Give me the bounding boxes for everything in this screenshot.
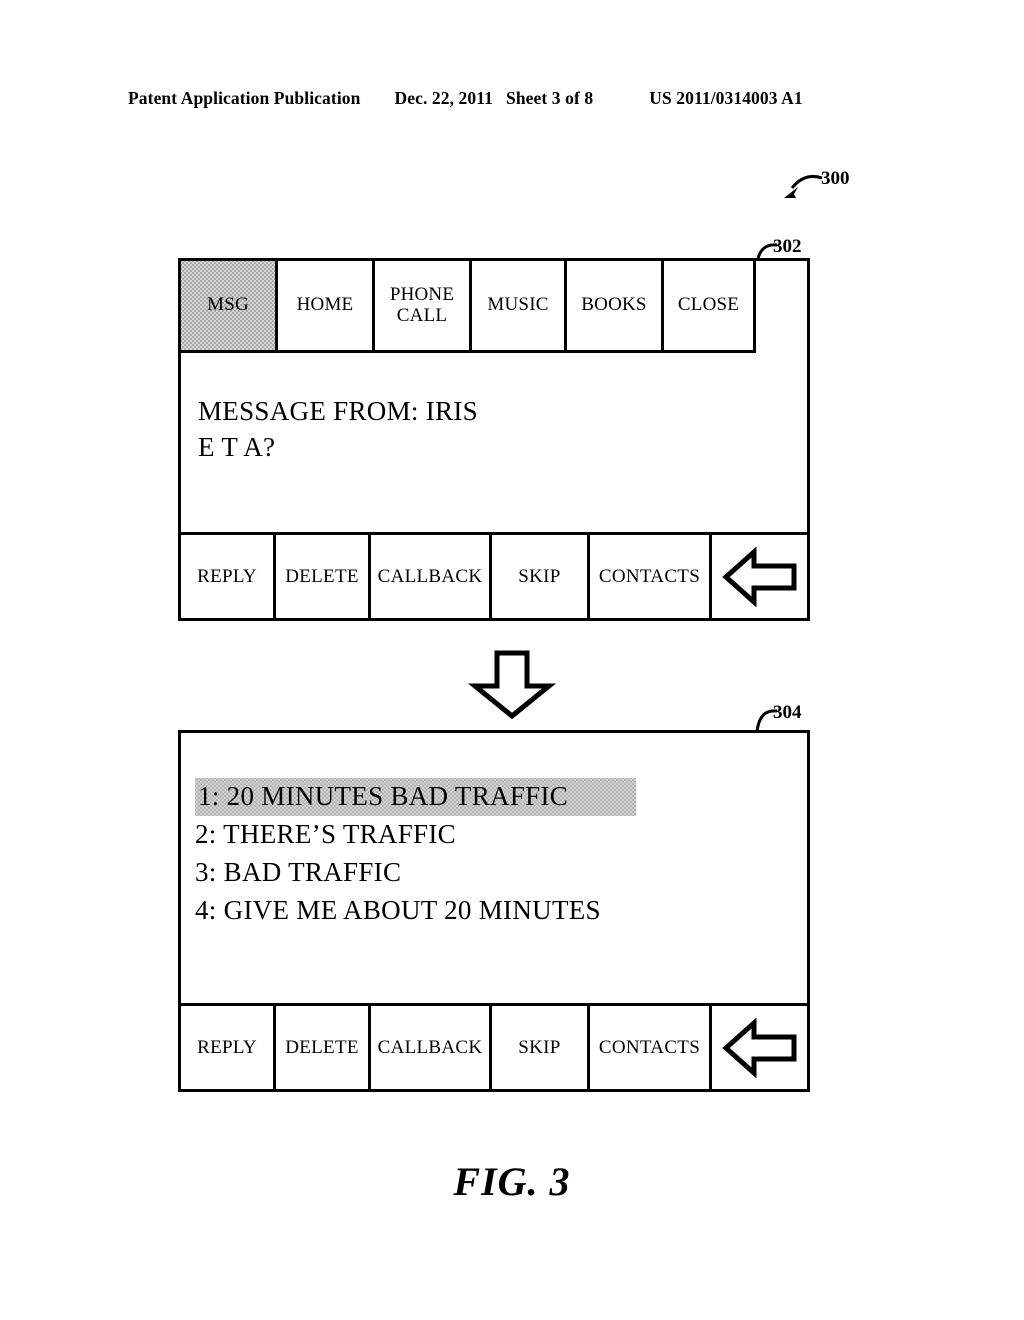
menu-item-msg-label: MSG [207,294,249,316]
reply-option-1[interactable]: 1: 20 MINUTES BAD TRAFFIC [195,778,636,816]
reply-options-content-area: 1: 20 MINUTES BAD TRAFFIC 2: THERE’S TRA… [181,733,807,1003]
reply-options-list: 1: 20 MINUTES BAD TRAFFIC 2: THERE’S TRA… [195,778,793,930]
back-arrow-icon [721,546,796,607]
top-menu-bar: MSG HOME PHONE CALL MUSIC BOOKS CLOSE [181,261,807,353]
reference-numeral-302: 302 [773,236,802,257]
action-bar-302: REPLY DELETE CALLBACK SKIP CONTACTS [181,532,807,618]
menu-bar-empty-area [756,261,807,353]
contacts-button-2[interactable]: CONTACTS [590,1006,712,1089]
header-date-text: Dec. 22, 2011 [394,88,493,108]
menu-item-music[interactable]: MUSIC [472,261,567,353]
message-from-line: MESSAGE FROM: IRIS [198,396,478,426]
reply-button-2[interactable]: REPLY [181,1006,276,1089]
menu-item-msg[interactable]: MSG [181,261,278,353]
action-bar-304: REPLY DELETE CALLBACK SKIP CONTACTS [181,1003,807,1089]
reply-option-4[interactable]: 4: GIVE ME ABOUT 20 MINUTES [195,892,601,930]
menu-item-phone-call[interactable]: PHONE CALL [375,261,472,353]
reply-option-2[interactable]: 2: THERE’S TRAFFIC [195,816,456,854]
menu-item-home[interactable]: HOME [278,261,375,353]
menu-item-close-label: CLOSE [677,294,740,316]
reference-numeral-304: 304 [773,702,802,723]
skip-button[interactable]: SKIP [492,535,590,618]
delete-button-2-label: DELETE [285,1036,359,1058]
menu-item-phone-call-line2: CALL [396,304,448,326]
message-content-area: MESSAGE FROM: IRIS E T A? [181,353,807,532]
skip-button-2-label: SKIP [518,1036,561,1058]
callback-button-2[interactable]: CALLBACK [371,1006,492,1089]
callback-button-label: CALLBACK [377,565,483,587]
page-header: Patent Application Publication Dec. 22, … [128,88,896,112]
header-patent-number: US 2011/0314003 A1 [649,88,803,108]
header-publication-text: Patent Application Publication [128,88,361,108]
reply-button-2-label: REPLY [197,1036,257,1058]
reply-button[interactable]: REPLY [181,535,276,618]
menu-item-close[interactable]: CLOSE [664,261,756,353]
menu-item-music-label: MUSIC [487,294,549,316]
message-screen-panel: MSG HOME PHONE CALL MUSIC BOOKS CLOSE ME… [178,258,810,621]
reply-button-label: REPLY [197,565,257,587]
contacts-button-label: CONTACTS [598,565,701,587]
delete-button-label: DELETE [285,565,359,587]
skip-button-label: SKIP [518,565,561,587]
menu-item-home-label: HOME [296,294,354,316]
contacts-button-2-label: CONTACTS [598,1036,701,1058]
delete-button[interactable]: DELETE [276,535,371,618]
back-button-2[interactable] [712,1006,807,1089]
down-arrow-icon [467,650,557,720]
menu-item-books[interactable]: BOOKS [567,261,664,353]
reference-numeral-300: 300 [821,168,850,189]
back-arrow-icon-2 [721,1017,796,1078]
menu-item-phone-call-line1: PHONE [389,283,455,305]
callback-button[interactable]: CALLBACK [371,535,492,618]
header-sheet-text: Sheet 3 of 8 [505,88,594,108]
delete-button-2[interactable]: DELETE [276,1006,371,1089]
back-button[interactable] [712,535,807,618]
leader-line-300 [784,174,823,198]
message-body-line: E T A? [198,431,276,462]
message-text-block: MESSAGE FROM: IRIS E T A? [198,394,478,465]
contacts-button[interactable]: CONTACTS [590,535,712,618]
menu-item-books-label: BOOKS [581,294,647,316]
menu-item-phone-call-label: PHONE CALL [389,283,455,326]
figure-caption: FIG. 3 [453,1159,571,1204]
callback-button-2-label: CALLBACK [377,1036,483,1058]
reply-option-3[interactable]: 3: BAD TRAFFIC [195,854,401,892]
skip-button-2[interactable]: SKIP [492,1006,590,1089]
reply-options-screen-panel: 1: 20 MINUTES BAD TRAFFIC 2: THERE’S TRA… [178,730,810,1092]
